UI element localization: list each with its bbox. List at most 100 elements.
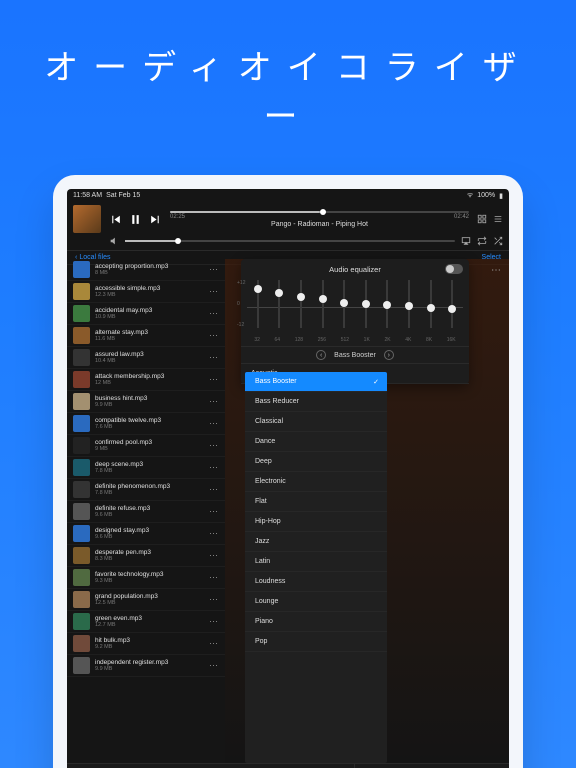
more-icon[interactable]: ⋯ (206, 264, 221, 275)
more-icon[interactable]: ⋯ (206, 352, 221, 363)
list-icon[interactable] (493, 214, 503, 224)
eq-slider[interactable] (451, 280, 453, 328)
preset-item[interactable]: Pop (245, 632, 387, 652)
eq-slider[interactable] (408, 280, 410, 328)
more-icon[interactable]: ⋯ (491, 265, 501, 276)
slider-knob[interactable] (319, 295, 327, 303)
eq-slider[interactable] (365, 280, 367, 328)
list-item[interactable]: accidental may.mp310.9 MB⋯ (67, 303, 225, 325)
preset-item[interactable]: Latin (245, 552, 387, 572)
track-list[interactable]: accepting proportion.mp38 MB⋯accessible … (67, 259, 225, 763)
view-icon[interactable] (477, 214, 487, 224)
eq-slider[interactable] (386, 280, 388, 328)
preset-item[interactable]: Jazz (245, 532, 387, 552)
album-art[interactable] (73, 205, 101, 233)
list-item[interactable]: independent register.mp39.9 MB⋯ (67, 655, 225, 677)
preset-item[interactable]: Loudness (245, 572, 387, 592)
preset-item[interactable]: Classical (245, 412, 387, 432)
preset-item[interactable]: Lounge (245, 592, 387, 612)
preset-item[interactable]: Hip-Hop (245, 512, 387, 532)
eq-toggle[interactable] (445, 264, 463, 274)
slider-knob[interactable] (254, 285, 262, 293)
preset-item[interactable]: Dance (245, 432, 387, 452)
prev-track-icon[interactable] (109, 213, 122, 226)
preset-item[interactable]: Electronic (245, 472, 387, 492)
more-icon[interactable]: ⋯ (206, 638, 221, 649)
slider-knob[interactable] (340, 299, 348, 307)
list-item[interactable]: deep scene.mp37.8 MB⋯ (67, 457, 225, 479)
more-icon[interactable]: ⋯ (206, 418, 221, 429)
slider-knob[interactable] (297, 293, 305, 301)
list-item[interactable]: confirmed pool.mp39 MB⋯ (67, 435, 225, 457)
eq-slider[interactable] (300, 280, 302, 328)
eq-slider[interactable] (322, 280, 324, 328)
next-track-icon[interactable] (149, 213, 162, 226)
list-item[interactable]: favorite technology.mp39.3 MB⋯ (67, 567, 225, 589)
more-icon[interactable]: ⋯ (206, 506, 221, 517)
bottom-bar: PlaylistsMusicConnect Audio player (67, 763, 509, 768)
more-icon[interactable]: ⋯ (206, 572, 221, 583)
preset-item[interactable]: Bass Reducer (245, 392, 387, 412)
more-icon[interactable]: ⋯ (206, 396, 221, 407)
status-bar: 11:58 AMSat Feb 15 ᯤ100%▮ (67, 189, 509, 202)
slider-knob[interactable] (448, 305, 456, 313)
eq-slider[interactable] (278, 280, 280, 328)
pause-icon[interactable] (129, 213, 142, 226)
preset-next[interactable]: › (384, 350, 394, 360)
list-item[interactable]: assured law.mp310.4 MB⋯ (67, 347, 225, 369)
more-icon[interactable]: ⋯ (206, 616, 221, 627)
shuffle-icon[interactable] (493, 236, 503, 246)
more-icon[interactable]: ⋯ (206, 440, 221, 451)
list-item[interactable]: alternate stay.mp311.6 MB⋯ (67, 325, 225, 347)
preset-item[interactable]: Bass Booster (245, 372, 387, 392)
freq-label: 128 (295, 337, 303, 343)
list-item[interactable]: definite phenomenon.mp37.8 MB⋯ (67, 479, 225, 501)
preset-prev[interactable]: ‹ (316, 350, 326, 360)
preset-list[interactable]: Bass BoosterBass ReducerClassicalDanceDe… (245, 372, 387, 763)
bottom-audio-player[interactable]: Audio player (354, 764, 509, 768)
slider-knob[interactable] (275, 289, 283, 297)
more-icon[interactable]: ⋯ (206, 330, 221, 341)
list-item[interactable]: attack membership.mp312 MB⋯ (67, 369, 225, 391)
more-icon[interactable]: ⋯ (206, 594, 221, 605)
more-icon[interactable]: ⋯ (206, 308, 221, 319)
more-icon[interactable]: ⋯ (206, 484, 221, 495)
list-item[interactable]: hit bulk.mp39.2 MB⋯ (67, 633, 225, 655)
list-item[interactable]: desperate pen.mp38.3 MB⋯ (67, 545, 225, 567)
track-art (73, 415, 90, 432)
slider-knob[interactable] (405, 302, 413, 310)
eq-slider[interactable] (257, 280, 259, 328)
list-item[interactable]: accessible simple.mp312.3 MB⋯ (67, 281, 225, 303)
airplay-icon[interactable] (461, 236, 471, 246)
list-item[interactable]: designed stay.mp39.6 MB⋯ (67, 523, 225, 545)
more-icon[interactable]: ⋯ (206, 374, 221, 385)
list-item[interactable]: green even.mp312.7 MB⋯ (67, 611, 225, 633)
slider-knob[interactable] (383, 301, 391, 309)
progress-slider[interactable] (170, 211, 469, 213)
more-icon[interactable]: ⋯ (206, 550, 221, 561)
eq-slider[interactable] (343, 280, 345, 328)
list-item[interactable]: definite refuse.mp39.6 MB⋯ (67, 501, 225, 523)
more-icon[interactable]: ⋯ (206, 462, 221, 473)
track-name: attack membership.mp3 (95, 373, 201, 380)
slider-knob[interactable] (427, 304, 435, 312)
list-item[interactable]: business hint.mp39.9 MB⋯ (67, 391, 225, 413)
bottom-tab-connect[interactable]: Connect (259, 764, 355, 768)
preset-item[interactable]: Flat (245, 492, 387, 512)
status-date: Sat Feb 15 (106, 192, 140, 199)
bottom-tab-playlists[interactable]: Playlists (67, 764, 163, 768)
more-icon[interactable]: ⋯ (206, 660, 221, 671)
slider-knob[interactable] (362, 300, 370, 308)
track-name: accessible simple.mp3 (95, 285, 201, 292)
list-item[interactable]: accepting proportion.mp38 MB⋯ (67, 259, 225, 281)
eq-slider[interactable] (430, 280, 432, 328)
more-icon[interactable]: ⋯ (206, 286, 221, 297)
list-item[interactable]: compatible twelve.mp37.6 MB⋯ (67, 413, 225, 435)
repeat-icon[interactable] (477, 236, 487, 246)
more-icon[interactable]: ⋯ (206, 528, 221, 539)
preset-item[interactable]: Piano (245, 612, 387, 632)
bottom-tab-music[interactable]: Music (163, 764, 259, 768)
list-item[interactable]: grand population.mp312.5 MB⋯ (67, 589, 225, 611)
preset-item[interactable]: Deep (245, 452, 387, 472)
volume-slider[interactable] (125, 240, 455, 242)
